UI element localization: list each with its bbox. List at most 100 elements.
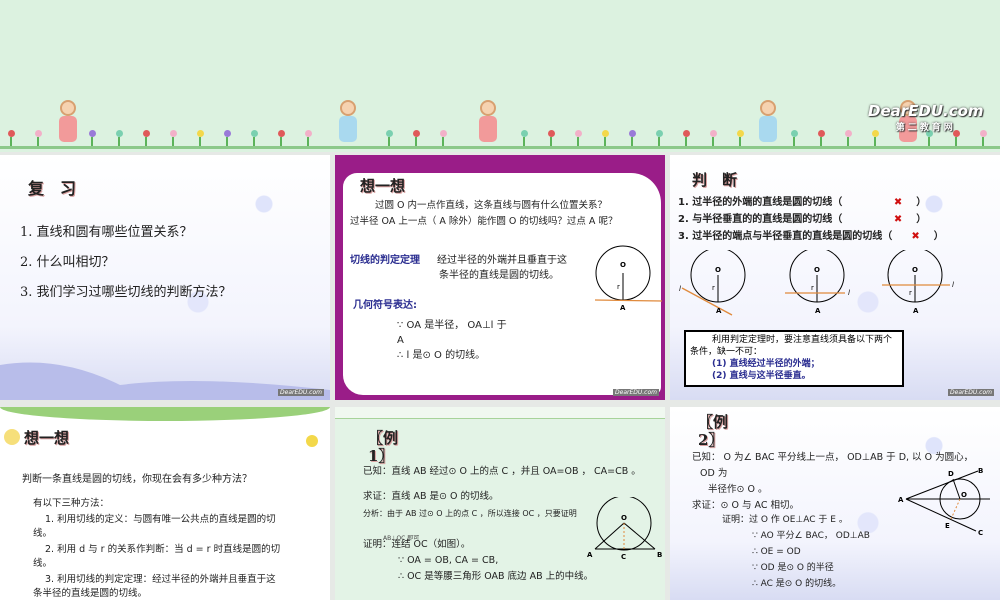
wrong-mark-icon: ✖ [893,197,903,208]
prove-text: 求证：直线 AB 是⊙ O 的切线。 [363,491,499,502]
proof-line: ∴ OC 是等腰三角形 OAB 底边 AB 上的中线。 [398,571,594,582]
svg-text:B: B [978,467,983,475]
question-text: 判断一条直线是圆的切线，你现在会有多少种方法？ [22,474,252,485]
flower-stem [118,137,120,146]
svg-text:l: l [952,281,954,289]
flower-decoration [413,130,420,137]
flower-decoration [8,130,15,137]
judge-item: 1. 过半径的外端的直线是圆的切线（ ✖） [678,197,927,208]
question-text: 过圆 O 内一点作直线，这条直线与圆有什么位置关系？ [375,200,608,211]
flower-decoration [845,130,852,137]
wrong-mark-icon: ✖ [893,214,903,225]
svg-text:O: O [715,266,721,274]
svg-text:l: l [848,289,850,297]
proof-line: ∴ OE = OD [752,547,801,557]
flower-stem [658,137,660,146]
flower-stem [145,137,147,146]
flower-decoration [197,130,204,137]
slide-think-2[interactable]: 想一想 判断一条直线是圆的切线，你现在会有多少种方法？ 有以下三种方法： 1. … [0,407,330,600]
svg-text:A: A [587,551,593,559]
flower-decoration [386,130,393,137]
list-item: 3. 我们学习过哪些切线的判断方法？ [20,285,232,300]
child-figure [755,100,781,144]
svg-text:O: O [961,491,967,499]
svg-text:A: A [716,307,722,315]
child-figure [475,100,501,144]
judge-item: 3. 过半径的端点与半径垂直的直线是圆的切线（ ✖） [678,231,944,242]
slide-title: 想一想 [360,177,406,195]
slide-judge[interactable]: 判 断 1. 过半径的外端的直线是圆的切线（ ✖） 2. 与半径垂直的的直线是圆的切… [670,155,1000,400]
list-item: 2. 什么叫相切？ [20,255,115,270]
top-banner: DearEDU.com 第二教育网 [0,0,1000,152]
flower-decoration [737,130,744,137]
flower-decoration [575,130,582,137]
flower-stem [874,137,876,146]
grass-line [0,146,1000,149]
proof-line: ∵ OA 是半径， OA⊥l 于 [397,320,507,331]
flower-stem [550,137,552,146]
example-2-diagram: A B C D E O [898,467,990,537]
flower-decoration [4,429,20,445]
svg-text:r: r [617,283,620,291]
watermark: DearEDU.com [278,389,324,396]
flower-stem [685,137,687,146]
child-figure [55,100,81,144]
child-figure [335,100,361,144]
flower-stem [712,137,714,146]
svg-text:O: O [621,514,627,522]
flower-decoration [278,130,285,137]
svg-text:A: A [898,496,904,504]
slide-example-2[interactable]: 〖例 2〗 已知： O 为∠ BAC 平分线上一点， OD⊥AB 于 D, 以 O… [670,407,1000,600]
flower-stem [739,137,741,146]
note-text: 利用判定定理时，要注意直线须具备以下两个条件，缺一不可： [690,335,893,358]
flower-stem [226,137,228,146]
flower-stem [415,137,417,146]
slide-title: 想一想 [24,429,70,447]
svg-text:A: A [815,307,821,315]
flower-decoration [89,130,96,137]
wrong-mark-icon: ✖ [911,231,920,242]
flower-decoration [683,130,690,137]
tangent-comparison-diagrams: Or Al Or Al Or Al [679,250,954,316]
flower-decoration [440,130,447,137]
flower-stem [577,137,579,146]
svg-text:B: B [657,551,662,559]
note-box: 利用判定定理时，要注意直线须具备以下两个条件，缺一不可： (1) 直线经过半径的… [684,330,904,387]
svg-text:E: E [945,522,950,530]
given-text: 已知：直线 AB 经过⊙ O 上的点 C ，并且 OA=OB ， CA=CB 。 [363,466,641,477]
decorative-border [335,407,665,419]
flower-stem [847,137,849,146]
slide-think-1[interactable]: 想一想 过圆 O 内一点作直线，这条直线与圆有什么位置关系？ 过半径 OA 上一… [335,155,665,400]
slide-title: 判 断 [692,171,738,189]
flower-decoration [818,130,825,137]
flower-decoration [251,130,258,137]
flower-stem [172,137,174,146]
flower-stem [955,137,957,146]
example-1-diagram: O A B C [587,497,662,561]
flower-stem [37,137,39,146]
flower-decoration [710,130,717,137]
svg-text:C: C [978,529,983,537]
proof-line: ∴ l 是⊙ O 的切线。 [397,350,486,361]
proof-line: ∴ AC 是⊙ O 的切线。 [752,579,842,589]
flower-stem [928,137,930,146]
slide-title: 〖例 2〗 [698,413,729,449]
slide-review[interactable]: 复 习 1. 直线和圆有哪些位置关系？ 2. 什么叫相切？ 3. 我们学习过哪些… [0,155,330,400]
given-text: OD 为 [700,468,728,479]
list-item: 1. 直线和圆有哪些位置关系？ [20,225,193,240]
intro-text: 有以下三种方法： [33,498,110,509]
slide-title: 〖例 1〗 [368,429,399,465]
proof-text: 证明：过 O 作 OE⊥AC 于 E 。 [722,515,848,525]
method-item: 1. 利用切线的定义：与圆有唯一公共点的直线是圆的切线。 [33,514,276,540]
theorem-label: 切线的判定定理 [350,255,420,266]
prove-text: 求证：⊙ O 与 AC 相切。 [692,500,799,511]
svg-text:O: O [912,266,918,274]
svg-text:A: A [620,304,626,312]
flower-decoration [224,130,231,137]
slide-title: 复 习 [28,179,77,198]
flower-stem [10,137,12,146]
slide-example-1[interactable]: 〖例 1〗 已知：直线 AB 经过⊙ O 上的点 C ，并且 OA=OB ， CA… [335,407,665,600]
flower-stem [253,137,255,146]
proof-text: 证明：连结 OC（如图）。 [363,539,471,550]
flower-stem [523,137,525,146]
